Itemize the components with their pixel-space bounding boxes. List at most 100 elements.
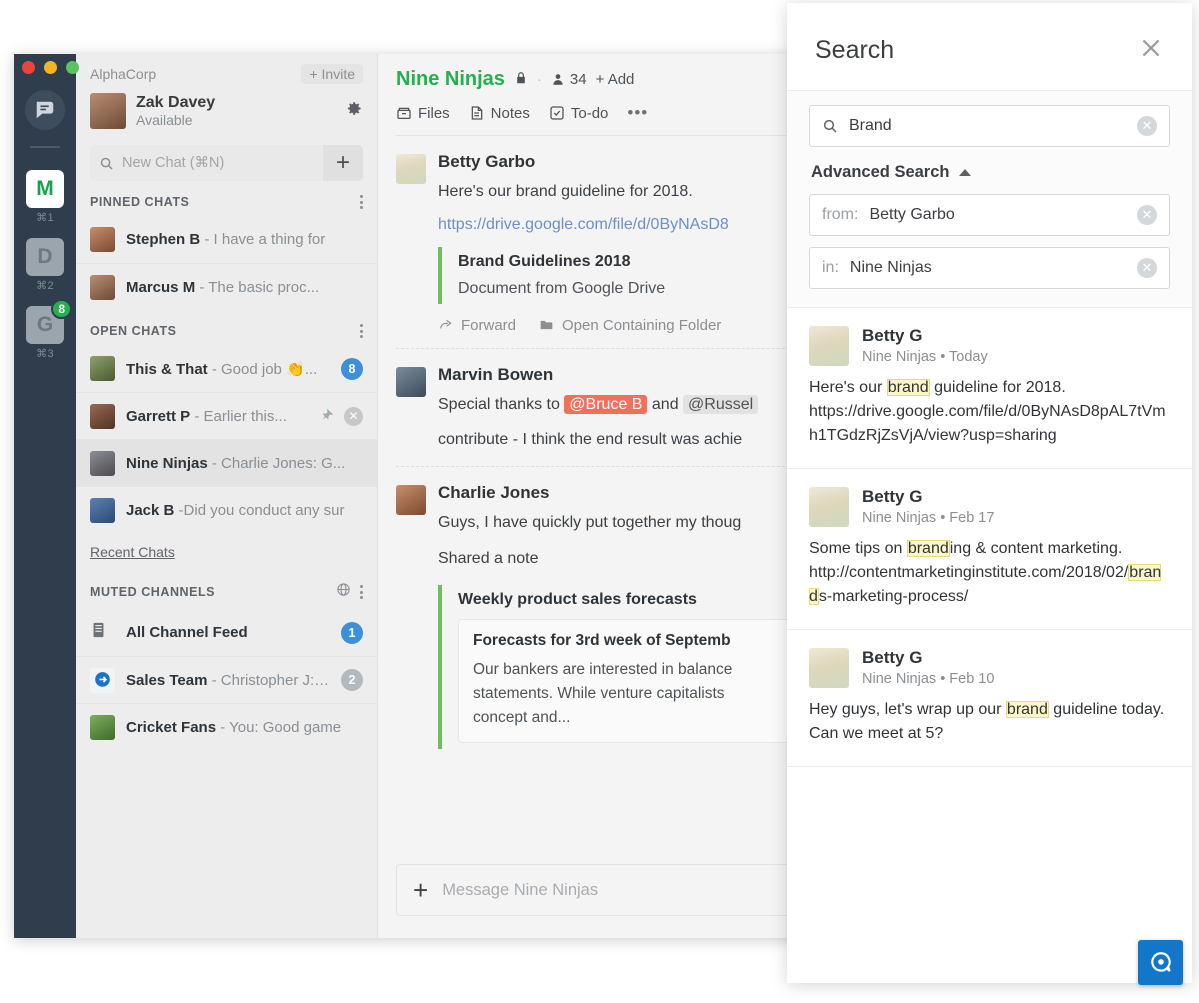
rail-team-d[interactable]: D ⌘2 [26,238,64,292]
chat-name: Nine Ninjas [126,454,208,472]
current-user-row[interactable]: Zak Davey Available [90,93,363,129]
chat-row-garrett-p[interactable]: Garrett P - Earlier this... ✕ [76,392,377,439]
new-chat-input[interactable]: New Chat (⌘N) [90,145,323,181]
message-input-placeholder[interactable]: Message Nine Ninjas [442,881,598,900]
tab-notes[interactable]: Notes [469,105,530,122]
tab-files[interactable]: Files [396,105,450,122]
search-input[interactable]: Brand ✕ [809,105,1170,147]
chat-row-stephen-b[interactable]: Stephen B - I have a thing for [76,216,377,263]
rail-team-g[interactable]: G 8 ⌘3 [26,299,72,360]
chat-name: Jack B [126,501,175,519]
recent-chats-link[interactable]: Recent Chats [90,544,175,560]
pin-icon[interactable] [320,407,333,425]
avatar [396,366,426,397]
message-text-mid: and [647,395,684,413]
avatar [90,227,115,252]
rail-team-tile[interactable]: D [26,238,64,276]
new-chat-bar[interactable]: New Chat (⌘N) + [90,145,363,181]
section-title: OPEN CHATS [90,324,177,338]
mention-bruce-b[interactable]: @Bruce B [564,394,648,414]
clear-in-filter-icon[interactable]: ✕ [1137,258,1157,278]
recent-chats-row[interactable]: Recent Chats [76,533,377,568]
clear-search-icon[interactable]: ✕ [1137,116,1157,136]
chat-preview: - Earlier this... [194,407,287,425]
snippet-highlight: brand [906,540,950,557]
chat-row-this-and-that[interactable]: This & That - Good job 👏... 8 [76,345,377,392]
avatar [809,487,849,527]
add-member-button[interactable]: + Add [596,71,635,88]
new-chat-add-button[interactable]: + [323,145,363,181]
member-count[interactable]: 34 [551,71,587,88]
rail-team-letter: M [36,177,54,200]
search-result-item[interactable]: Betty G Nine Ninjas • Feb 17 Some tips o… [787,469,1192,630]
chat-row-label: Marcus M - The basic proc... [126,279,363,296]
avatar [809,648,849,688]
chat-preview: - The basic proc... [199,278,320,296]
attach-plus-button[interactable]: + [413,877,428,903]
close-window-button[interactable] [22,61,35,74]
rail-team-m[interactable]: M ⌘1 [26,170,64,224]
result-meta: Nine Ninjas • Feb 17 [862,510,994,526]
tab-todo[interactable]: To-do [549,105,608,122]
open-containing-folder-button[interactable]: Open Containing Folder [538,317,721,334]
close-icon[interactable] [1138,35,1164,66]
chat-row-cricket-fans[interactable]: Cricket Fans - You: Good game [76,703,377,750]
advanced-search-toggle[interactable]: Advanced Search [811,163,1170,182]
muted-menu-icon[interactable] [360,585,363,599]
todo-icon [550,106,564,120]
snippet-highlight: brand [886,379,930,396]
rail-team-tile[interactable]: G 8 [26,299,72,344]
unread-badge: 8 [341,357,363,380]
rail-team-shortcut: ⌘1 [36,212,54,224]
close-chat-icon[interactable]: ✕ [344,406,363,426]
filter-from[interactable]: from: Betty Garbo ✕ [809,194,1170,236]
ellipsis-icon[interactable]: ••• [627,103,648,123]
snippet-part: Some tips on [809,540,907,557]
app-dock-icon[interactable] [1138,940,1183,985]
chat-preview: - Christopher J: d. [211,671,330,689]
chat-row-label: Nine Ninjas - Charlie Jones: G... [126,455,363,472]
message-text-pre: Special thanks to [438,395,565,413]
tab-label: Files [418,104,450,122]
chat-row-label: Cricket Fans - You: Good game [126,719,363,736]
filter-in[interactable]: in: Nine Ninjas ✕ [809,247,1170,289]
feed-icon [90,620,115,645]
unread-badge: 2 [341,669,363,691]
chat-row-nine-ninjas[interactable]: Nine Ninjas - Charlie Jones: G... [76,439,377,486]
chat-row-marcus-m[interactable]: Marcus M - The basic proc... [76,263,377,310]
chat-row-jack-b[interactable]: Jack B -Did you conduct any sur [76,486,377,533]
caret-up-icon[interactable] [959,169,972,176]
search-result-item[interactable]: Betty G Nine Ninjas • Today Here's our b… [787,308,1192,469]
result-meta-dot: • [940,671,950,688]
invite-button[interactable]: + Invite [301,64,363,84]
snippet-part: Hey guys, let's wrap up our [809,701,1006,718]
minimize-window-button[interactable] [44,61,57,74]
open-chats-menu-icon[interactable] [360,324,363,338]
avatar [809,326,849,366]
maximize-window-button[interactable] [66,61,79,74]
forward-button[interactable]: Forward [438,317,516,334]
rail-team-tile[interactable]: M [26,170,64,208]
current-user-status[interactable]: Available [136,112,344,128]
person-icon [553,74,563,85]
mention-russel[interactable]: @Russel [683,394,759,414]
pinned-menu-icon[interactable] [360,195,363,209]
window-controls[interactable] [22,61,79,74]
search-panel-title: Search [815,36,895,64]
chat-row-all-channel-feed[interactable]: All Channel Feed 1 [76,609,377,656]
notes-icon [471,106,482,120]
chat-row-label: Sales Team - Christopher J: d. [126,672,330,689]
chat-row-sales-team[interactable]: Sales Team - Christopher J: d. 2 [76,656,377,703]
section-header-open: OPEN CHATS [76,310,377,345]
snippet-highlight: brand [1005,701,1049,718]
result-snippet: Hey guys, let's wrap up our brand guidel… [809,698,1170,746]
section-header-pinned: PINNED CHATS [76,181,377,216]
search-result-item[interactable]: Betty G Nine Ninjas • Feb 10 Hey guys, l… [787,630,1192,767]
clear-from-filter-icon[interactable]: ✕ [1137,205,1157,225]
chat-logo-icon[interactable] [25,90,65,130]
gear-icon[interactable] [344,99,363,124]
result-channel: Nine Ninjas [862,349,937,366]
globe-mute-icon[interactable] [336,582,351,602]
chat-name: Cricket Fans [126,718,217,736]
member-count-value: 34 [569,71,587,88]
